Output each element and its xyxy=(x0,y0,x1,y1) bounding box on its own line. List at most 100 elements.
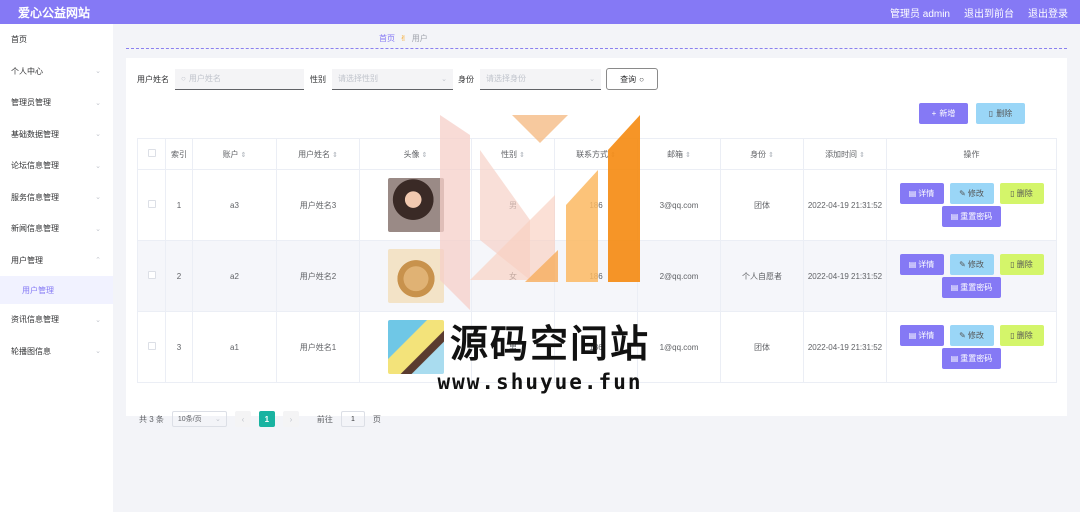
chevron-down-icon: ⌄ xyxy=(589,75,595,83)
trash-icon: ▯ xyxy=(1010,331,1015,340)
admin-label: 管理员 admin xyxy=(889,8,950,20)
pagination: 共 3 条 10条/页 ⌄ ‹ 1 › 前往 1 页 xyxy=(139,411,381,427)
sidebar-item-profile[interactable]: 个人中心 ⌄ xyxy=(0,56,113,88)
sort-icon[interactable]: ⇕ xyxy=(332,152,338,159)
document-icon: ▤ xyxy=(950,212,959,221)
col-role[interactable]: 身份 ⇕ xyxy=(720,138,804,170)
top-header: 爱心公益网站 管理员 admin 退出到前台 退出登录 xyxy=(0,0,1080,24)
sidebar-item-home[interactable]: 首页 xyxy=(0,24,113,56)
search-icon: ○ xyxy=(639,74,644,84)
document-icon: ▤ xyxy=(908,260,917,269)
page-number[interactable]: 1 xyxy=(258,411,275,427)
back-to-front-link[interactable]: 退出到前台 xyxy=(964,5,1014,20)
divider xyxy=(126,48,1067,49)
pencil-icon: ✎ xyxy=(959,331,966,340)
col-time[interactable]: 添加时间 ⇕ xyxy=(803,138,887,170)
document-icon: ▤ xyxy=(950,283,959,292)
goto-label: 前往 xyxy=(316,414,333,424)
chevron-down-icon: ⌄ xyxy=(95,194,101,202)
chevron-down-icon: ⌄ xyxy=(95,225,101,233)
toolbar: + 新增 ▯ 删除 xyxy=(919,103,1025,124)
col-ops: 操作 xyxy=(886,138,1057,170)
col-index: 索引 xyxy=(165,138,193,170)
sidebar-item-users[interactable]: 用户管理 ⌃ xyxy=(0,245,113,277)
chevron-down-icon: ⌄ xyxy=(95,162,101,170)
sort-icon[interactable]: ⇕ xyxy=(859,152,865,159)
edit-button[interactable]: ✎ 修改 xyxy=(949,183,994,204)
watermark-url: www.shuyue.fun xyxy=(437,370,643,394)
sort-icon[interactable]: ⇕ xyxy=(768,152,774,159)
sidebar-item-base-data[interactable]: 基础数据管理 ⌄ xyxy=(0,119,113,151)
gender-label: 性别 xyxy=(310,74,326,84)
detail-button[interactable]: ▤ 详情 xyxy=(899,183,944,204)
watermark-title: 源码空间站 xyxy=(449,322,650,366)
select-all-checkbox[interactable] xyxy=(147,149,156,157)
trash-icon: ▯ xyxy=(988,109,994,118)
detail-button[interactable]: ▤ 详情 xyxy=(899,254,944,275)
chevron-down-icon: ⌄ xyxy=(95,99,101,107)
breadcrumb-home[interactable]: 首页 xyxy=(379,33,395,44)
row-checkbox[interactable] xyxy=(147,200,156,208)
reset-password-button[interactable]: ▤ 重置密码 xyxy=(942,277,1001,298)
sort-icon[interactable]: ⇕ xyxy=(422,152,428,159)
delete-button[interactable]: ▯ 删除 xyxy=(999,325,1044,346)
breadcrumb: 首页 ✌ 用户 xyxy=(379,33,428,44)
edit-button[interactable]: ✎ 修改 xyxy=(949,254,994,275)
sidebar-item-info[interactable]: 资讯信息管理 ⌄ xyxy=(0,304,113,336)
prev-page-button[interactable]: ‹ xyxy=(234,411,251,427)
delete-button[interactable]: ▯ 删除 xyxy=(999,254,1044,275)
batch-delete-button[interactable]: ▯ 删除 xyxy=(976,103,1025,124)
sidebar-item-news[interactable]: 新闻信息管理 ⌄ xyxy=(0,213,113,245)
total-count: 共 3 条 xyxy=(139,414,164,424)
add-button[interactable]: + 新增 xyxy=(919,103,968,124)
pencil-icon: ✎ xyxy=(959,260,966,269)
sidebar-item-service[interactable]: 服务信息管理 ⌄ xyxy=(0,182,113,214)
trash-icon: ▯ xyxy=(1010,260,1015,269)
name-label: 用户姓名 xyxy=(137,74,169,84)
col-account[interactable]: 账户 ⇕ xyxy=(192,138,277,170)
site-title: 爱心公益网站 xyxy=(18,5,91,20)
document-icon: ▤ xyxy=(908,189,917,198)
page-unit-label: 页 xyxy=(372,414,381,424)
sidebar: 首页 个人中心 ⌄ 管理员管理 ⌄ 基础数据管理 ⌄ 论坛信息管理 ⌄ 服务信息管理 ⌄ … xyxy=(0,24,113,512)
chevron-down-icon: ⌄ xyxy=(95,131,101,139)
chevron-up-icon: ⌃ xyxy=(95,257,101,265)
search-bar: 用户姓名 ○ 用户姓名 性别 请选择性别 ⌄ 身份 请选择身份 ⌄ 查询 ○ xyxy=(137,68,658,90)
sidebar-item-forum[interactable]: 论坛信息管理 ⌄ xyxy=(0,150,113,182)
pencil-icon: ✎ xyxy=(959,189,966,198)
breadcrumb-separator-icon: ✌ xyxy=(400,34,407,43)
row-checkbox[interactable] xyxy=(147,271,156,279)
trash-icon: ▯ xyxy=(1010,189,1015,198)
sort-icon[interactable]: ⇕ xyxy=(241,152,247,159)
chevron-down-icon: ⌄ xyxy=(441,75,447,83)
sort-icon[interactable]: ⇕ xyxy=(685,152,691,159)
goto-page-input[interactable]: 1 xyxy=(340,411,365,427)
edit-button[interactable]: ✎ 修改 xyxy=(949,325,994,346)
chevron-down-icon: ⌄ xyxy=(95,348,101,356)
role-select[interactable]: 请选择身份 ⌄ xyxy=(480,68,601,90)
sidebar-item-carousel[interactable]: 轮播图信息 ⌄ xyxy=(0,336,113,368)
next-page-button[interactable]: › xyxy=(282,411,299,427)
chevron-down-icon: ⌄ xyxy=(95,316,101,324)
gender-select[interactable]: 请选择性别 ⌄ xyxy=(332,68,453,90)
search-icon: ○ xyxy=(181,74,186,83)
sidebar-item-admins[interactable]: 管理员管理 ⌄ xyxy=(0,87,113,119)
chevron-down-icon: ⌄ xyxy=(95,68,101,76)
role-label: 身份 xyxy=(458,74,474,84)
document-icon: ▤ xyxy=(950,354,959,363)
query-button[interactable]: 查询 ○ xyxy=(606,68,658,90)
logout-link[interactable]: 退出登录 xyxy=(1028,5,1068,20)
reset-password-button[interactable]: ▤ 重置密码 xyxy=(942,206,1001,227)
name-search-input[interactable]: ○ 用户姓名 xyxy=(175,68,304,90)
plus-icon: + xyxy=(931,109,937,118)
sidebar-subitem-users[interactable]: 用户管理 xyxy=(0,276,113,304)
breadcrumb-current: 用户 xyxy=(411,34,428,43)
reset-password-button[interactable]: ▤ 重置密码 xyxy=(942,348,1001,369)
delete-button[interactable]: ▯ 删除 xyxy=(999,183,1044,204)
detail-button[interactable]: ▤ 详情 xyxy=(899,325,944,346)
document-icon: ▤ xyxy=(908,331,917,340)
page-size-select[interactable]: 10条/页 ⌄ xyxy=(171,411,227,427)
col-name[interactable]: 用户姓名 ⇕ xyxy=(276,138,360,170)
row-checkbox[interactable] xyxy=(147,342,156,350)
chevron-down-icon: ⌄ xyxy=(215,416,221,423)
